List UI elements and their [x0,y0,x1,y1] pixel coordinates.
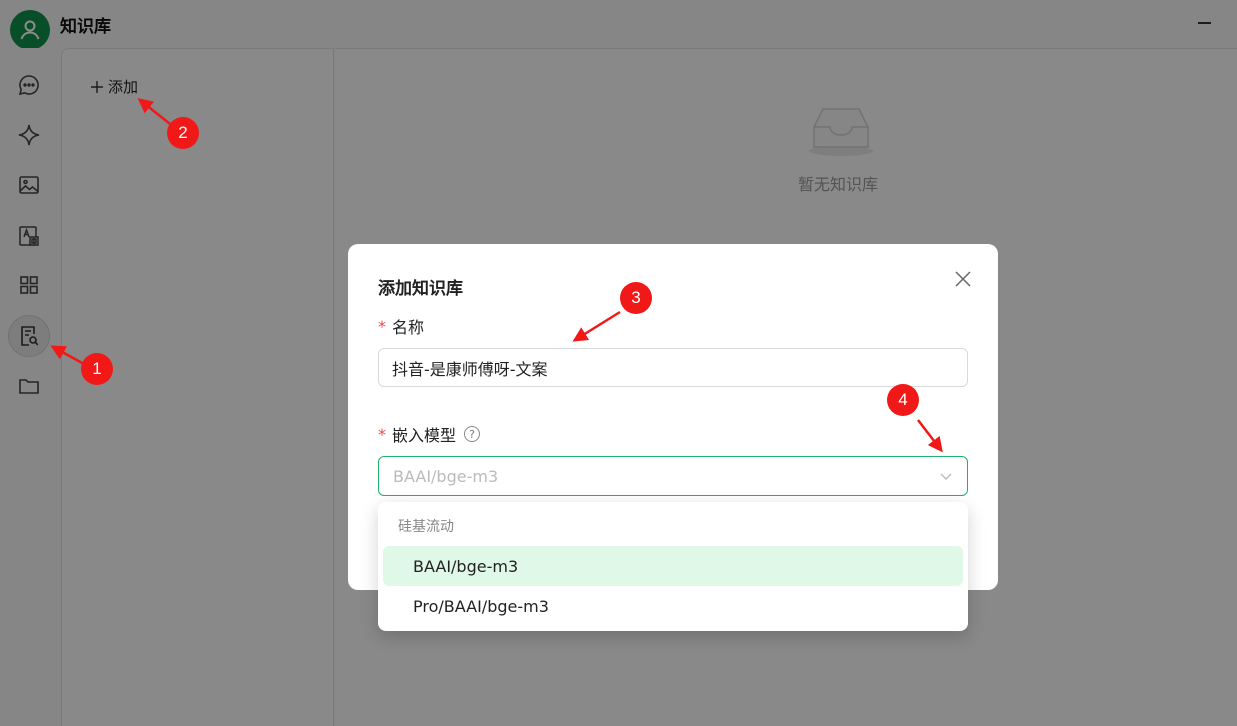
embed-model-label: 嵌入模型 [392,426,457,445]
annotation-badge-4: 4 [887,384,919,416]
name-input[interactable]: 抖音-是康师傅呀-文案 [378,348,968,387]
dropdown-option[interactable]: Pro/BAAI/bge-m3 [383,586,963,626]
required-mark: * [378,316,386,336]
embed-model-dropdown: 硅基流动 BAAI/bge-m3 Pro/BAAI/bge-m3 [378,502,968,631]
embed-label-row: * 嵌入模型 ? [378,422,481,446]
close-icon [955,271,971,287]
embed-model-placeholder: BAAI/bge-m3 [393,466,499,486]
embed-model-select[interactable]: BAAI/bge-m3 [378,456,968,496]
annotation-badge-2: 2 [167,117,199,149]
annotation-badge-3: 3 [620,282,652,314]
chevron-down-icon [940,473,952,480]
dropdown-option[interactable]: BAAI/bge-m3 [383,546,963,586]
name-label: 名称 [392,318,425,337]
help-icon[interactable]: ? [464,426,481,442]
required-mark: * [378,424,386,444]
dialog-title: 添加知识库 [378,279,463,299]
close-button[interactable] [952,268,974,290]
annotation-badge-1: 1 [81,353,113,385]
name-label-row: * 名称 [378,314,424,338]
dropdown-group-label: 硅基流动 [398,519,454,535]
